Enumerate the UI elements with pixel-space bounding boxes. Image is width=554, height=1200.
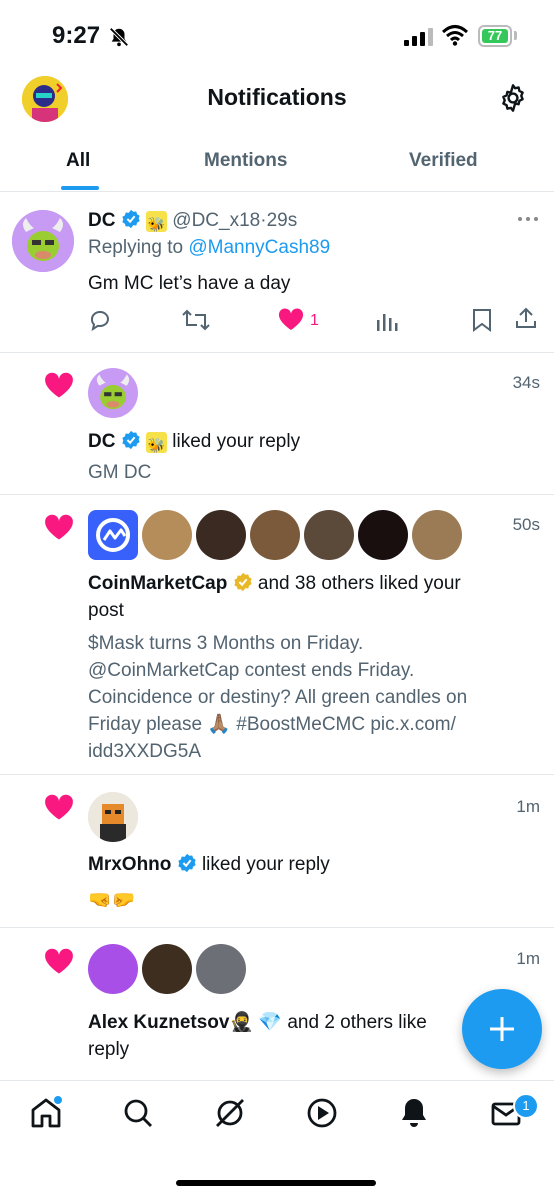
liker-avatar[interactable] <box>358 510 408 560</box>
notification-text: MrxOhno liked your reply <box>88 851 330 878</box>
notification-user-name[interactable]: MrxOhno <box>88 854 171 875</box>
video-play-icon[interactable] <box>305 1096 339 1130</box>
verified-badge-icon <box>122 430 140 450</box>
tab-all[interactable]: All <box>66 150 90 172</box>
notification-action: liked your reply <box>172 431 301 452</box>
liker-avatar[interactable] <box>304 510 354 560</box>
like-count: 1 <box>310 312 319 329</box>
grok-icon[interactable] <box>213 1096 247 1130</box>
notification-time: 1m <box>516 797 540 816</box>
reply-icon[interactable] <box>88 308 112 332</box>
home-indicator <box>176 1180 376 1186</box>
notification-user-name[interactable]: CoinMarketCap <box>88 573 227 594</box>
post-header: DC 🐝 @DC_x18·29s <box>88 207 297 234</box>
coinmarketcap-logo-icon <box>96 518 130 552</box>
coinmarketcap-avatar[interactable] <box>88 510 138 560</box>
notification-action: and 38 others liked your <box>257 573 461 594</box>
compose-post-button[interactable] <box>462 989 542 1069</box>
bookmark-icon[interactable] <box>472 308 492 332</box>
replying-to-line: Replying to @MannyCash89 <box>88 234 330 261</box>
battery-level: 77 <box>482 29 508 43</box>
notification-snippet: 🤜🤛 <box>88 890 136 911</box>
plus-icon <box>490 1017 514 1041</box>
dc-avatar[interactable] <box>12 210 74 272</box>
verified-badge-icon <box>178 853 196 873</box>
views-icon[interactable] <box>376 310 398 332</box>
liker-avatar[interactable] <box>196 510 246 560</box>
bell-muted-icon <box>109 27 129 47</box>
name-emoji: 🥷 💎 <box>229 1012 283 1033</box>
replying-to-handle[interactable]: @MannyCash89 <box>188 237 330 258</box>
page-title: Notifications <box>207 84 347 110</box>
liker-avatar[interactable] <box>196 944 246 994</box>
replying-to-prefix: Replying to <box>88 237 184 258</box>
settings-gear-icon[interactable] <box>497 82 529 114</box>
snippet-line: idd3XXDG5A <box>88 741 202 762</box>
wifi-icon <box>442 25 468 46</box>
affiliate-badge-icon: 🐝 <box>146 211 168 232</box>
notification-time: 1m <box>516 949 540 968</box>
notification-action-cont: reply <box>88 1039 130 1060</box>
post-handle: @DC_x18 <box>172 210 261 231</box>
liker-avatar[interactable] <box>142 944 192 994</box>
tabs-divider <box>0 191 554 192</box>
verified-badge-icon <box>122 209 140 229</box>
post-time: 29s <box>266 210 298 231</box>
gold-verified-badge-icon <box>234 572 252 592</box>
tab-verified[interactable]: Verified <box>409 150 478 172</box>
repost-icon[interactable] <box>182 308 210 332</box>
divider <box>0 927 554 928</box>
battery-indicator: 77 <box>478 25 512 47</box>
liker-avatar[interactable] <box>88 944 138 994</box>
status-time: 9:27 <box>52 22 101 49</box>
notification-text: DC 🐝 liked your reply <box>88 428 300 455</box>
notification-time: 34s <box>512 373 540 392</box>
notification-action: and 2 others like <box>287 1012 427 1033</box>
snippet-line: @CoinMarketCap contest ends Friday. <box>88 660 415 681</box>
like-icon[interactable] <box>278 308 304 332</box>
snippet-line: Friday please 🙏🏽 #BoostMeCMC pic.x.com/ <box>88 714 456 735</box>
notification-snippet: $Mask turns 3 Months on Friday. @CoinMar… <box>88 630 538 765</box>
affiliate-badge-icon: 🐝 <box>146 432 168 453</box>
notification-avatar-dc[interactable] <box>88 368 138 418</box>
notification-action: liked your reply <box>201 854 330 875</box>
tab-mentions[interactable]: Mentions <box>204 150 287 172</box>
post-author-name[interactable]: DC <box>88 210 115 231</box>
share-icon[interactable] <box>514 306 538 330</box>
notification-user-name[interactable]: Alex Kuznetsov <box>88 1012 229 1033</box>
like-notification-heart-icon <box>45 794 73 820</box>
divider <box>0 352 554 353</box>
signal-icon <box>404 28 433 46</box>
notification-avatar-mrxohno[interactable] <box>88 792 138 842</box>
snippet-line: $Mask turns 3 Months on Friday. <box>88 633 364 654</box>
search-icon[interactable] <box>121 1096 155 1130</box>
notification-user-name[interactable]: DC <box>88 431 115 452</box>
notification-action-cont: post <box>88 600 124 621</box>
home-icon[interactable] <box>29 1096 63 1130</box>
liker-avatar[interactable] <box>142 510 192 560</box>
like-notification-heart-icon <box>45 948 73 974</box>
post-text: Gm MC let’s have a day <box>88 273 291 294</box>
notifications-bell-icon[interactable] <box>397 1096 431 1130</box>
like-notification-heart-icon <box>45 372 73 398</box>
snippet-line: Coincidence or destiny? All green candle… <box>88 687 468 708</box>
battery-tip <box>514 31 517 40</box>
messages-badge: 1 <box>513 1093 539 1119</box>
dc-avatar-art <box>88 368 138 418</box>
divider <box>0 774 554 775</box>
dc-avatar-art <box>12 210 74 272</box>
notification-text: CoinMarketCap and 38 others liked your p… <box>88 570 528 624</box>
active-tab-indicator <box>61 186 99 190</box>
like-notification-heart-icon <box>45 514 73 540</box>
notification-text: Alex Kuznetsov🥷 💎 and 2 others like repl… <box>88 1009 468 1063</box>
notification-snippet: GM DC <box>88 462 152 483</box>
more-options-icon[interactable] <box>516 215 540 223</box>
liker-avatar[interactable] <box>250 510 300 560</box>
divider <box>0 494 554 495</box>
notification-time: 50s <box>512 515 540 534</box>
liker-avatar[interactable] <box>412 510 462 560</box>
mrxohno-avatar-art <box>88 792 138 842</box>
